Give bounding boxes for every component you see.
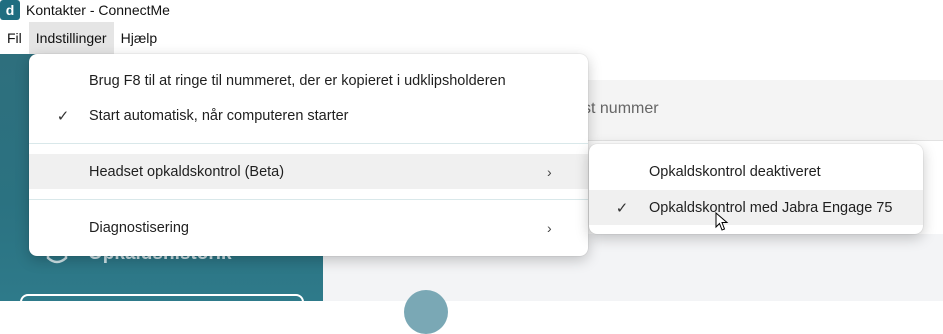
headset-submenu: Opkaldskontrol deaktiveret ✓ Opkaldskont… [589, 144, 923, 234]
menu-bar: Fil Indstillinger Hjælp [0, 22, 943, 54]
menu-hjaelp[interactable]: Hjælp [114, 22, 165, 54]
submenu-item-label: Opkaldskontrol med Jabra Engage 75 [649, 199, 893, 216]
settings-dropdown-menu: Brug F8 til at ringe til nummeret, der e… [29, 54, 588, 256]
mouse-cursor-icon [715, 212, 729, 231]
menu-indstillinger[interactable]: Indstillinger [28, 22, 114, 54]
menu-item-autostart[interactable]: ✓ Start automatisk, når computeren start… [29, 99, 588, 133]
menu-fil[interactable]: Fil [0, 22, 29, 54]
menu-item-label: Diagnostisering [89, 220, 189, 236]
submenu-item-disabled[interactable]: Opkaldskontrol deaktiveret [589, 155, 923, 189]
menu-item-label: Headset opkaldskontrol (Beta) [89, 163, 285, 180]
search-placeholder: st nummer [583, 100, 659, 117]
menu-item-label: Start automatisk, når computeren starter [89, 108, 349, 124]
check-icon: ✓ [615, 199, 629, 217]
chevron-right-icon: › [547, 163, 552, 180]
menu-item-f8-dial[interactable]: Brug F8 til at ringe til nummeret, der e… [29, 64, 588, 98]
menu-item-headset-control[interactable]: Headset opkaldskontrol (Beta) › [29, 154, 588, 189]
window-title: Kontakter - ConnectMe [26, 2, 170, 18]
chevron-right-icon: › [547, 220, 552, 236]
submenu-item-jabra[interactable]: ✓ Opkaldskontrol med Jabra Engage 75 [589, 190, 923, 225]
check-icon: ✓ [56, 108, 70, 125]
sidebar-card[interactable] [20, 294, 304, 318]
submenu-item-label: Opkaldskontrol deaktiveret [649, 164, 821, 180]
app-logo-icon: d [0, 0, 20, 20]
avatar [404, 290, 448, 334]
title-bar: d Kontakter - ConnectMe [0, 0, 943, 20]
menu-separator [29, 143, 588, 144]
menu-item-diagnostics[interactable]: Diagnostisering › [29, 211, 588, 245]
menu-separator [29, 199, 588, 200]
menu-item-label: Brug F8 til at ringe til nummeret, der e… [89, 73, 506, 89]
